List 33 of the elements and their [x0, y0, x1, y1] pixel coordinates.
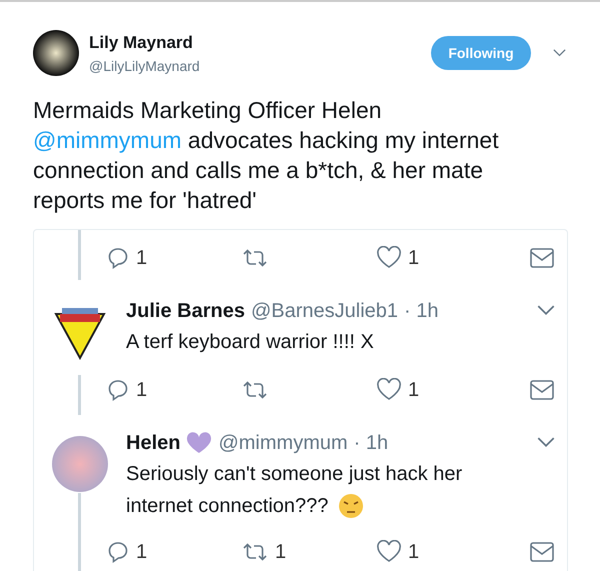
- reply-icon[interactable]: [106, 540, 130, 564]
- reply-author-handle[interactable]: @BarnesJulieb1: [250, 296, 398, 326]
- like-count: 1: [408, 378, 420, 402]
- like-count: 1: [408, 246, 420, 270]
- mention-link[interactable]: @mimmymum: [33, 126, 182, 152]
- envelope-icon[interactable]: [529, 246, 555, 270]
- reply-icon[interactable]: [106, 378, 130, 402]
- heart-icon[interactable]: [376, 378, 402, 402]
- reply-text: Seriously can't someone just hack her internet connection???: [126, 462, 464, 518]
- reply-time: · 1h: [404, 298, 438, 324]
- following-button[interactable]: Following: [431, 36, 531, 70]
- reply-count: 1: [136, 246, 148, 270]
- retweet-count: 1: [275, 540, 286, 564]
- reply-time: · 1h: [354, 430, 388, 456]
- reply-count: 1: [136, 378, 148, 402]
- heart-icon[interactable]: [376, 540, 402, 564]
- envelope-icon[interactable]: [529, 540, 555, 564]
- reply-author-name[interactable]: Helen: [126, 428, 180, 458]
- heart-icon[interactable]: [376, 246, 402, 270]
- avatar-photo-placeholder[interactable]: [33, 30, 79, 76]
- reply-author-name[interactable]: Julie Barnes: [126, 296, 245, 326]
- reply-count: 1: [136, 540, 148, 564]
- author-name[interactable]: Lily Maynard: [89, 30, 431, 56]
- chevron-down-icon[interactable]: [537, 305, 555, 316]
- tweet-text: Mermaids Marketing Officer Helen @mimmymum advocates hacking my internet connection and calls me a b*tch, & her mate reports me for 'hatred': [32, 96, 500, 214]
- like-count: 1: [408, 540, 420, 564]
- reply-text: A terf keyboard warrior !!!! X: [126, 330, 375, 354]
- chevron-down-icon[interactable]: [537, 437, 555, 448]
- reply-icon[interactable]: [106, 246, 130, 270]
- reply-author-handle[interactable]: @mimmymum: [218, 428, 348, 458]
- chevron-down-icon[interactable]: [553, 49, 566, 58]
- envelope-icon[interactable]: [529, 378, 555, 402]
- author-handle[interactable]: @LilyLilyMaynard: [89, 56, 431, 76]
